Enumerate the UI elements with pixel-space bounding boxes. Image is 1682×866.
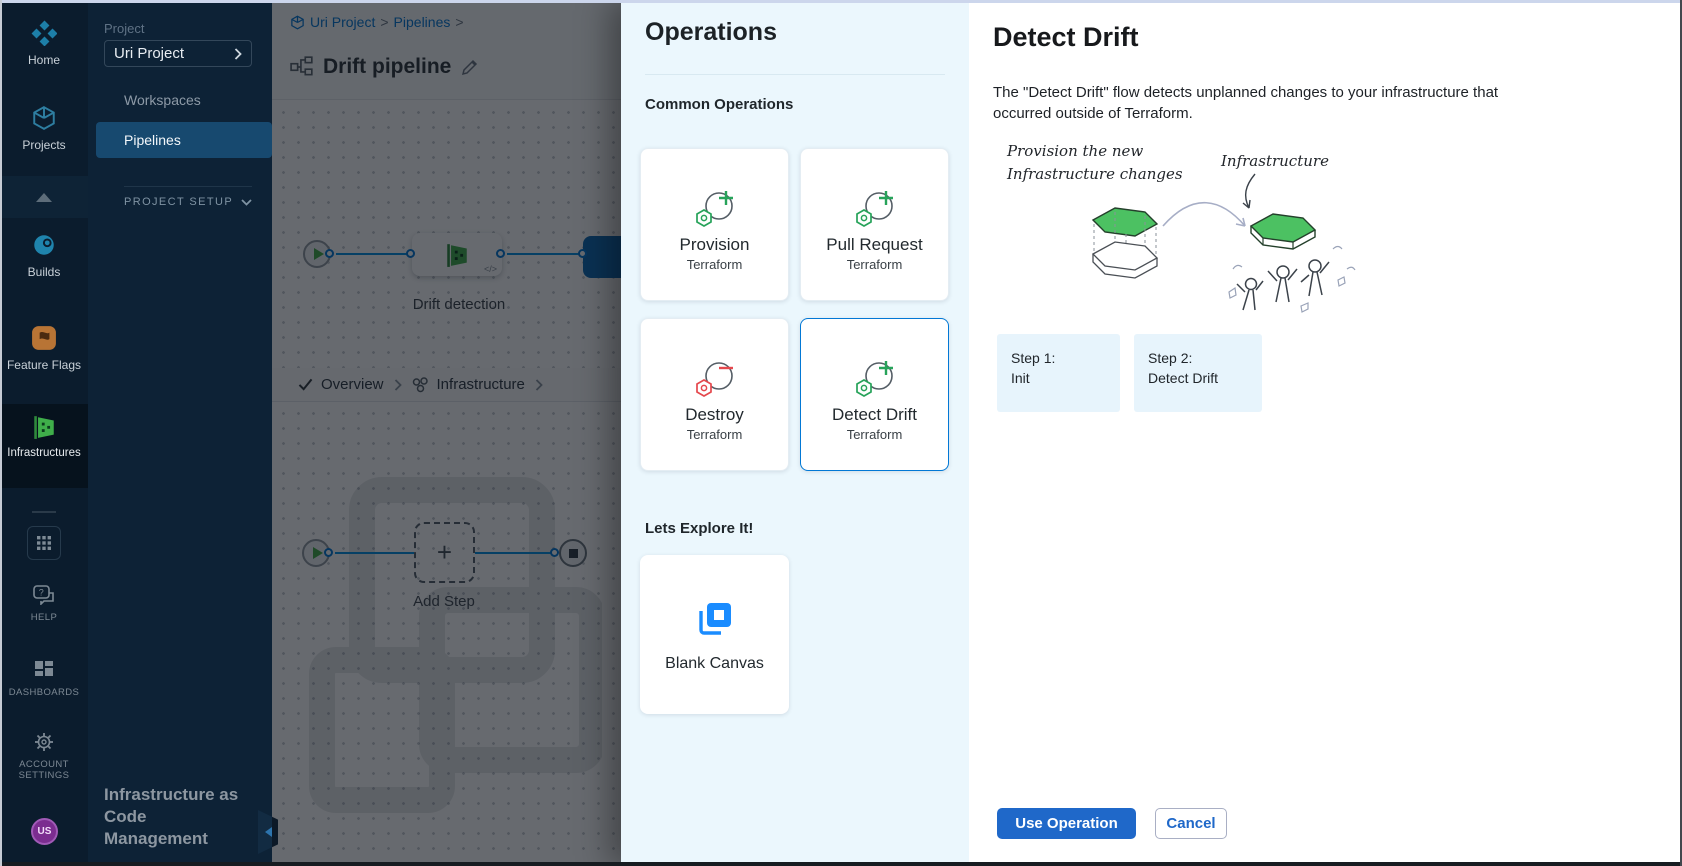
dashboards-icon xyxy=(34,660,54,680)
step-name: Detect Drift xyxy=(1148,369,1248,389)
operation-card-label: Provision xyxy=(680,235,750,255)
sidebar-item-account-settings[interactable]: ACCOUNT SETTINGS xyxy=(0,732,88,782)
detect-drift-illustration: Provision the new Infrastructure changes… xyxy=(993,134,1373,319)
illustration-label: Infrastructure changes xyxy=(1006,165,1183,183)
module-rail: Home Projects Builds Feature Flags xyxy=(0,0,88,866)
operations-title: Operations xyxy=(645,18,777,47)
operation-card-destroy[interactable]: Destroy Terraform xyxy=(640,318,789,471)
infrastructures-icon xyxy=(31,414,57,440)
pull-request-terraform-icon xyxy=(852,187,898,229)
sidebar-item-label: ACCOUNT SETTINGS xyxy=(9,759,79,782)
nav-item-label: Workspaces xyxy=(124,92,201,108)
scroll-up-icon xyxy=(36,193,52,202)
step-card-1: Step 1: Init xyxy=(997,334,1120,412)
operation-card-label: Detect Drift xyxy=(832,405,917,425)
sidebar-item-label: Projects xyxy=(22,138,65,152)
sidebar-item-label: Feature Flags xyxy=(7,358,81,372)
blank-canvas-icon xyxy=(693,597,737,641)
project-label: Project xyxy=(104,21,144,36)
project-selector[interactable]: Uri Project xyxy=(104,40,252,67)
sidebar-item-home[interactable]: Home xyxy=(0,20,88,67)
use-operation-button[interactable]: Use Operation xyxy=(997,808,1136,839)
operation-detail-panel: Detect Drift The "Detect Drift" flow det… xyxy=(969,0,1682,866)
rail-scroll-up[interactable] xyxy=(0,176,88,218)
operation-card-sub: Terraform xyxy=(847,257,903,272)
sidebar-item-label: HELP xyxy=(31,612,57,623)
operation-card-sub: Terraform xyxy=(847,427,903,442)
operations-drawer: Operations Common Operations Provision T… xyxy=(621,0,1682,866)
sidebar-item-dashboards[interactable]: DASHBOARDS xyxy=(0,660,88,698)
chevron-right-icon xyxy=(234,48,242,60)
rail-divider xyxy=(32,511,56,513)
nav-item-label: Pipelines xyxy=(124,132,181,148)
sidebar-item-label: DASHBOARDS xyxy=(9,687,80,698)
cancel-button[interactable]: Cancel xyxy=(1155,808,1227,839)
sidebar-item-pipelines[interactable]: Pipelines xyxy=(96,122,272,158)
step-number: Step 1: xyxy=(1011,349,1106,369)
illustration-label: Infrastructure xyxy=(1220,152,1329,170)
cube-icon xyxy=(31,105,57,131)
module-title: Infrastructure as Code Management xyxy=(104,784,259,850)
destroy-terraform-icon xyxy=(692,357,738,399)
step-name: Init xyxy=(1011,369,1106,389)
builds-icon xyxy=(31,232,57,258)
app-window: Home Projects Builds Feature Flags xyxy=(0,0,1682,866)
illustration-label: Provision the new xyxy=(1006,142,1143,160)
provision-terraform-icon xyxy=(692,187,738,229)
sidebar-item-infrastructures[interactable]: Infrastructures xyxy=(0,414,88,461)
window-edge xyxy=(0,0,1682,3)
common-operations-heading: Common Operations xyxy=(645,96,793,113)
help-chat-icon: ? xyxy=(33,585,55,605)
operation-card-detect-drift[interactable]: Detect Drift Terraform xyxy=(800,318,949,471)
operation-card-sub: Terraform xyxy=(687,257,743,272)
section-label: PROJECT SETUP xyxy=(124,196,233,208)
nav-divider xyxy=(124,186,252,187)
sidebar-item-feature-flags[interactable]: Feature Flags xyxy=(0,325,88,372)
svg-text:?: ? xyxy=(39,588,44,598)
gear-icon xyxy=(34,732,54,752)
project-nav-panel: Project Uri Project Workspaces Pipelines… xyxy=(88,0,272,866)
operation-card-provision[interactable]: Provision Terraform xyxy=(640,148,789,301)
operation-card-pull-request[interactable]: Pull Request Terraform xyxy=(800,148,949,301)
detail-title: Detect Drift xyxy=(993,22,1139,53)
sidebar-item-label: Infrastructures xyxy=(7,447,81,461)
operation-card-label: Destroy xyxy=(685,405,744,425)
module-picker-button[interactable] xyxy=(27,526,61,560)
grid-icon xyxy=(36,535,52,551)
divider xyxy=(645,74,945,75)
avatar-initials: US xyxy=(38,826,52,837)
harness-logo-icon xyxy=(31,20,57,46)
operations-panel: Operations Common Operations Provision T… xyxy=(621,0,969,866)
sidebar-item-builds[interactable]: Builds xyxy=(0,232,88,279)
step-card-2: Step 2: Detect Drift xyxy=(1134,334,1262,412)
window-edge xyxy=(0,0,2,866)
step-number: Step 2: xyxy=(1148,349,1248,369)
window-edge xyxy=(0,862,1682,866)
operation-card-sub: Terraform xyxy=(687,427,743,442)
detail-description: The "Detect Drift" flow detects unplanne… xyxy=(993,82,1558,124)
explore-heading: Lets Explore It! xyxy=(645,520,753,537)
chevron-down-icon xyxy=(241,199,252,206)
detect-drift-terraform-icon xyxy=(852,357,898,399)
project-setup-section[interactable]: PROJECT SETUP xyxy=(124,196,252,208)
project-name: Uri Project xyxy=(114,45,184,62)
blank-canvas-label: Blank Canvas xyxy=(665,655,764,673)
operation-card-label: Pull Request xyxy=(826,235,922,255)
collapse-arrow-icon xyxy=(265,827,272,837)
sidebar-item-label: Home xyxy=(28,53,60,67)
modal-dim-overlay xyxy=(272,0,621,866)
sidebar-item-help[interactable]: ? HELP xyxy=(0,585,88,623)
user-avatar[interactable]: US xyxy=(31,818,58,845)
sidebar-item-workspaces[interactable]: Workspaces xyxy=(96,82,272,118)
blank-canvas-card[interactable]: Blank Canvas xyxy=(640,555,789,714)
feature-flags-icon xyxy=(31,325,57,351)
sidebar-item-label: Builds xyxy=(28,265,61,279)
sidebar-item-projects[interactable]: Projects xyxy=(0,105,88,152)
